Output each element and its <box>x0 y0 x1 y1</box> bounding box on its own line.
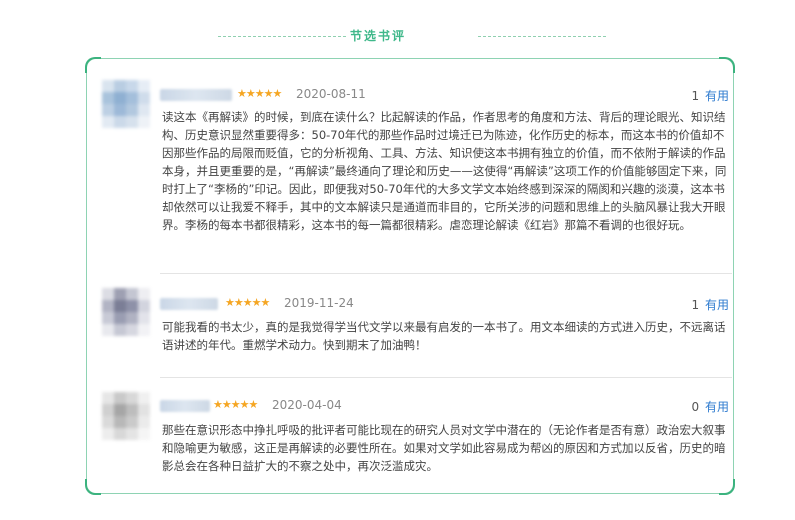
review-date: 2020-08-11 <box>296 87 366 101</box>
frame-corner <box>719 57 735 73</box>
review-text: 读这本《再解读》的时候，到底在读什么？比起解读的作品，作者思考的角度和方法、背后… <box>162 110 727 232</box>
section-header: 节选书评 <box>0 26 795 46</box>
useful-label[interactable]: 有用 <box>705 89 729 103</box>
frame-corner <box>85 479 101 495</box>
review-date: 2020-04-04 <box>272 398 342 412</box>
frame-corner <box>85 57 101 73</box>
useful-label[interactable]: 有用 <box>705 298 729 312</box>
useful-button[interactable]: 1 有用 <box>692 87 729 104</box>
useful-label[interactable]: 有用 <box>705 400 729 414</box>
frame-corner <box>719 479 735 495</box>
avatar[interactable] <box>102 80 150 128</box>
header-divider-right <box>478 36 606 37</box>
useful-button[interactable]: 1 有用 <box>692 296 729 313</box>
header-divider-left <box>218 36 346 37</box>
rating-stars: ★★★★★ <box>237 87 282 100</box>
review-divider <box>160 377 732 378</box>
useful-count: 1 <box>691 298 700 312</box>
username[interactable] <box>160 400 210 412</box>
review-text: 那些在意识形态中挣扎呼吸的批评者可能比现在的研究人员对文学中潜在的（无论作者是否… <box>162 423 726 473</box>
username[interactable] <box>160 298 218 310</box>
useful-button[interactable]: 0 有用 <box>692 398 729 415</box>
review-divider <box>160 273 732 274</box>
section-title: 节选书评 <box>349 29 406 43</box>
review-date: 2019-11-24 <box>284 296 354 310</box>
rating-stars: ★★★★★ <box>225 296 270 309</box>
avatar[interactable] <box>102 392 150 440</box>
review-text: 可能我看的书太少，真的是我觉得学当代文学以来最有启发的一本书了。用文本细读的方式… <box>162 320 726 352</box>
username[interactable] <box>160 89 232 101</box>
useful-count: 0 <box>691 400 700 414</box>
avatar[interactable] <box>102 288 150 336</box>
rating-stars: ★★★★★ <box>213 398 258 411</box>
useful-count: 1 <box>691 89 700 103</box>
